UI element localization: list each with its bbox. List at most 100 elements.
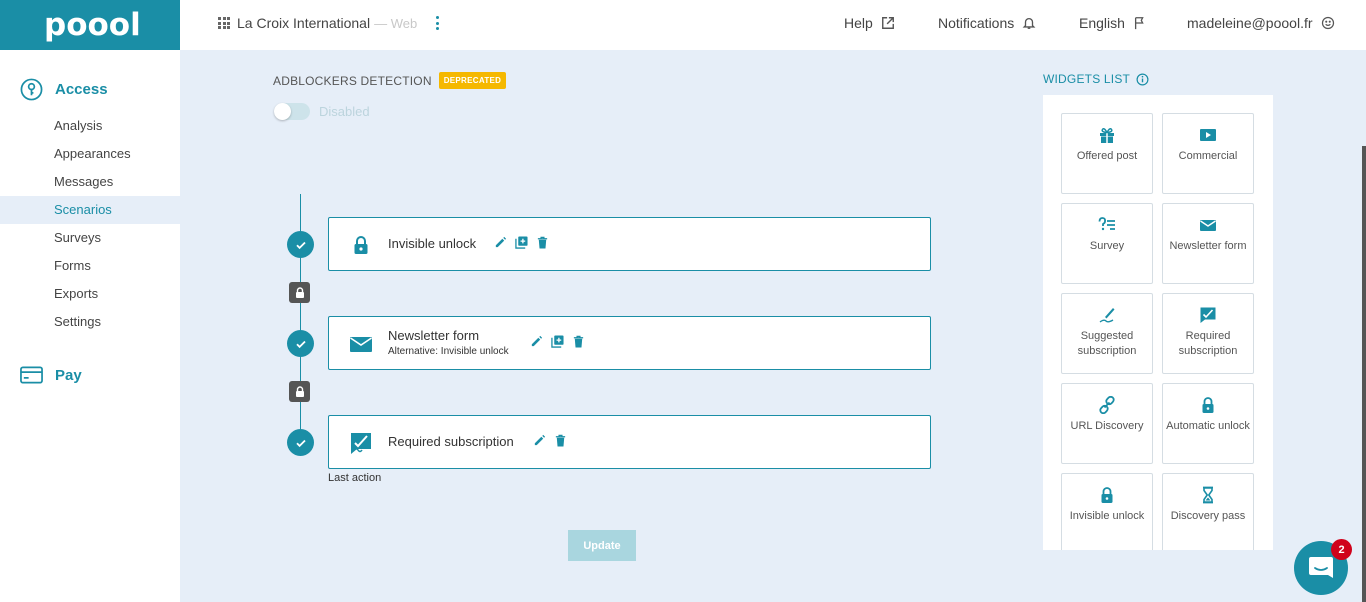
scenario-step-required-subscription[interactable]: Required subscription — [328, 415, 931, 469]
smiley-icon — [1321, 16, 1334, 30]
sidebar-item-settings[interactable]: Settings — [0, 308, 180, 336]
delete-icon[interactable] — [572, 335, 585, 348]
adblockers-title: ADBLOCKERS DETECTION — [273, 73, 432, 88]
widget-label: Commercial — [1178, 150, 1238, 162]
language-label: English — [1079, 15, 1125, 31]
deprecated-badge: DEPRECATED — [438, 72, 507, 89]
help-label: Help — [844, 15, 873, 31]
adblockers-detection-header: ADBLOCKERS DETECTION DEPRECATED — [273, 72, 507, 89]
step-check-icon — [287, 231, 314, 258]
widget-label: Discovery pass — [1170, 510, 1246, 522]
signature-icon — [1099, 308, 1115, 323]
scenario-step-invisible-unlock[interactable]: Invisible unlock — [328, 217, 931, 271]
widget-label: URL Discovery — [1070, 420, 1144, 432]
widget-label: Offered post — [1076, 150, 1138, 162]
link-icon — [1099, 396, 1115, 414]
widget-newsletter-form[interactable]: Newsletter form — [1162, 203, 1254, 284]
site-name: La Croix International — [237, 15, 371, 31]
widget-label: Invisible unlock — [1069, 510, 1145, 522]
top-bar: La Croix International — Web Help Notifi… — [180, 0, 1366, 50]
sidebar-item-forms[interactable]: Forms — [0, 252, 180, 280]
sidebar-item-scenarios[interactable]: Scenarios — [0, 196, 180, 224]
required-subscription-icon — [1200, 307, 1216, 323]
adblock-toggle[interactable] — [274, 103, 310, 120]
sidebar: Access Analysis Appearances Messages Sce… — [0, 50, 180, 602]
survey-icon — [1098, 217, 1115, 231]
widgets-panel: Offered post Commercial Survey Newslette… — [1043, 95, 1273, 550]
logo[interactable]: poool — [44, 9, 141, 41]
help-link[interactable]: Help — [844, 15, 895, 31]
lock-icon — [354, 236, 368, 254]
widgets-list-header: WIDGETS LIST — [1043, 72, 1149, 86]
hourglass-icon — [1203, 486, 1213, 504]
info-icon[interactable] — [1136, 73, 1149, 86]
widget-commercial[interactable]: Commercial — [1162, 113, 1254, 194]
widget-offered-post[interactable]: Offered post — [1061, 113, 1153, 194]
site-type: — Web — [374, 15, 418, 31]
step-lock-icon — [289, 381, 310, 402]
step-title: Newsletter form — [388, 328, 480, 343]
sidebar-item-appearances[interactable]: Appearances — [0, 140, 180, 168]
widgets-list-title: WIDGETS LIST — [1043, 72, 1131, 86]
user-email: madeleine@poool.fr — [1187, 15, 1313, 31]
scenario-step-newsletter-form[interactable]: Newsletter form Alternative: Invisible u… — [328, 316, 931, 370]
edit-icon[interactable] — [494, 236, 507, 249]
chat-unread-badge: 2 — [1331, 539, 1352, 560]
video-icon — [1200, 129, 1216, 141]
sidebar-section-access[interactable]: Access — [20, 78, 108, 101]
widget-survey[interactable]: Survey — [1061, 203, 1153, 284]
lock-icon — [1202, 397, 1214, 413]
toggle-knob — [274, 103, 291, 120]
site-selector[interactable]: La Croix International — Web — [218, 15, 417, 31]
widget-invisible-unlock[interactable]: Invisible unlock — [1061, 473, 1153, 550]
step-title: Invisible unlock — [388, 236, 477, 251]
widget-suggested-subscription[interactable]: Suggested subscription — [1061, 293, 1153, 374]
user-menu[interactable]: madeleine@poool.fr — [1187, 15, 1335, 31]
flag-icon — [1134, 17, 1144, 30]
widget-label: Automatic unlock — [1166, 420, 1250, 432]
key-circle-icon — [20, 78, 43, 101]
envelope-icon — [1200, 220, 1216, 231]
step-actions — [494, 236, 549, 249]
sidebar-item-exports[interactable]: Exports — [0, 280, 180, 308]
external-link-icon — [881, 17, 894, 29]
edit-icon[interactable] — [530, 335, 543, 348]
more-options-icon[interactable] — [435, 16, 439, 30]
step-check-icon — [287, 429, 314, 456]
widget-discovery-pass[interactable]: Discovery pass — [1162, 473, 1254, 550]
last-action-label: Last action — [328, 472, 382, 484]
step-lock-icon — [289, 282, 310, 303]
step-title: Required subscription — [388, 434, 514, 449]
duplicate-icon[interactable] — [515, 236, 528, 249]
scrollbar[interactable] — [1362, 146, 1366, 602]
widget-label: Required subscription — [1178, 330, 1238, 357]
duplicate-icon[interactable] — [551, 335, 564, 348]
credit-card-icon — [20, 366, 43, 384]
widget-label: Survey — [1089, 240, 1125, 252]
bell-icon — [1022, 17, 1036, 29]
required-subscription-icon — [351, 433, 371, 454]
widget-url-discovery[interactable]: URL Discovery — [1061, 383, 1153, 464]
sidebar-section-pay[interactable]: Pay — [20, 366, 82, 384]
widget-automatic-unlock[interactable]: Automatic unlock — [1162, 383, 1254, 464]
lock-icon — [1101, 487, 1113, 503]
access-title: Access — [55, 81, 108, 98]
sidebar-item-analysis[interactable]: Analysis — [0, 112, 180, 140]
delete-icon[interactable] — [554, 434, 567, 447]
chat-icon — [1309, 557, 1333, 578]
step-check-icon — [287, 330, 314, 357]
logo-area[interactable]: poool — [0, 0, 180, 50]
edit-icon[interactable] — [533, 434, 546, 447]
envelope-icon — [350, 337, 372, 352]
adblock-toggle-label: Disabled — [319, 104, 370, 119]
update-button[interactable]: Update — [568, 530, 636, 561]
step-actions — [530, 335, 585, 348]
widget-label: Newsletter form — [1169, 240, 1247, 252]
widget-required-subscription[interactable]: Required subscription — [1162, 293, 1254, 374]
language-selector[interactable]: English — [1079, 15, 1147, 31]
sidebar-item-surveys[interactable]: Surveys — [0, 224, 180, 252]
delete-icon[interactable] — [536, 236, 549, 249]
sidebar-item-messages[interactable]: Messages — [0, 168, 180, 196]
step-actions — [533, 434, 567, 447]
notifications-link[interactable]: Notifications — [938, 15, 1036, 31]
